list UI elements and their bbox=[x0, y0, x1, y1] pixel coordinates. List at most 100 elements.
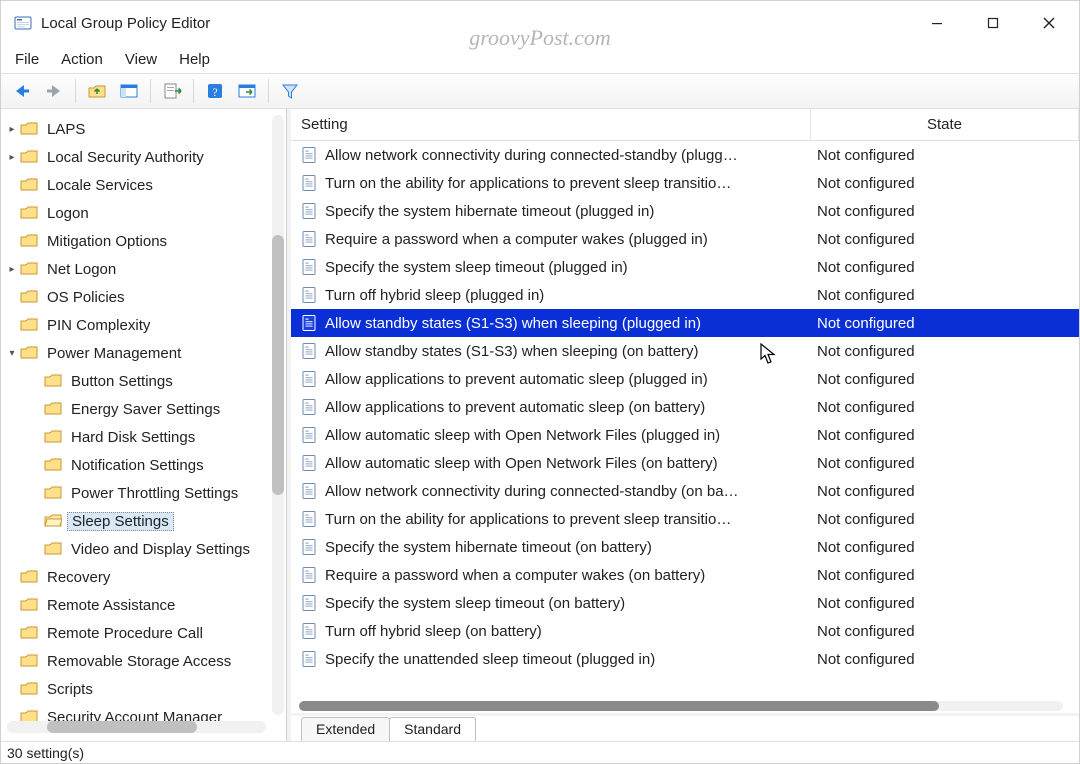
scrollbar-thumb[interactable] bbox=[47, 721, 197, 733]
menu-help[interactable]: Help bbox=[179, 51, 210, 68]
folder-icon bbox=[43, 485, 63, 501]
cell-state: Not configured bbox=[811, 231, 1079, 248]
list-body[interactable]: Allow network connectivity during connec… bbox=[291, 141, 1079, 713]
folder-icon bbox=[43, 541, 63, 557]
state-label: Not configured bbox=[817, 315, 915, 332]
scrollbar-thumb[interactable] bbox=[299, 701, 939, 711]
expander-icon[interactable]: ▸ bbox=[5, 122, 19, 136]
svg-text:?: ? bbox=[212, 85, 217, 99]
folder-icon bbox=[43, 457, 63, 473]
up-folder-button[interactable] bbox=[82, 77, 112, 105]
tree-item-label: Energy Saver Settings bbox=[71, 401, 220, 418]
tree-item[interactable]: Notification Settings bbox=[5, 451, 282, 479]
column-state[interactable]: State bbox=[811, 109, 1079, 140]
folder-icon bbox=[19, 205, 39, 221]
list-row[interactable]: Specify the system sleep timeout (plugge… bbox=[291, 253, 1079, 281]
list-row[interactable]: Allow automatic sleep with Open Network … bbox=[291, 449, 1079, 477]
back-button[interactable] bbox=[7, 77, 37, 105]
column-setting[interactable]: Setting bbox=[291, 109, 811, 140]
tree-item[interactable]: Video and Display Settings bbox=[5, 535, 282, 563]
list-row[interactable]: Allow applications to prevent automatic … bbox=[291, 365, 1079, 393]
state-label: Not configured bbox=[817, 651, 915, 668]
column-setting-label: Setting bbox=[301, 116, 348, 133]
list-horizontal-scrollbar[interactable] bbox=[299, 701, 1063, 711]
tree-item-label: Remote Procedure Call bbox=[47, 625, 203, 642]
menu-view[interactable]: View bbox=[125, 51, 157, 68]
tree-item[interactable]: Logon bbox=[5, 199, 282, 227]
close-button[interactable] bbox=[1021, 4, 1077, 42]
maximize-button[interactable] bbox=[965, 4, 1021, 42]
details-pane: Setting State Allow network connectivity… bbox=[287, 109, 1079, 741]
list-row[interactable]: Turn on the ability for applications to … bbox=[291, 169, 1079, 197]
state-label: Not configured bbox=[817, 455, 915, 472]
scrollbar-thumb[interactable] bbox=[272, 235, 284, 495]
tree-horizontal-scrollbar[interactable] bbox=[7, 721, 266, 733]
tree-item[interactable]: Scripts bbox=[5, 675, 282, 703]
list-row[interactable]: Allow standby states (S1-S3) when sleepi… bbox=[291, 309, 1079, 337]
tree-item[interactable]: Power Throttling Settings bbox=[5, 479, 282, 507]
expander-icon[interactable]: ▾ bbox=[5, 346, 19, 360]
policy-item-icon bbox=[299, 622, 319, 640]
tree-item[interactable]: ▸ Local Security Authority bbox=[5, 143, 282, 171]
tree-item[interactable]: Remote Assistance bbox=[5, 591, 282, 619]
tree-list[interactable]: ▸ LAPS ▸ Local Security Authority Locale… bbox=[1, 115, 286, 731]
expander-icon[interactable]: ▸ bbox=[5, 150, 19, 164]
policy-item-icon bbox=[299, 538, 319, 556]
list-row[interactable]: Turn on the ability for applications to … bbox=[291, 505, 1079, 533]
list-row[interactable]: Allow standby states (S1-S3) when sleepi… bbox=[291, 337, 1079, 365]
cell-setting: Specify the system hibernate timeout (on… bbox=[291, 538, 811, 556]
tree-item[interactable]: OS Policies bbox=[5, 283, 282, 311]
tree-item[interactable]: Button Settings bbox=[5, 367, 282, 395]
tree-vertical-scrollbar[interactable] bbox=[272, 115, 284, 715]
expander-icon[interactable]: ▸ bbox=[5, 262, 19, 276]
cell-setting: Specify the unattended sleep timeout (pl… bbox=[291, 650, 811, 668]
list-row[interactable]: Allow network connectivity during connec… bbox=[291, 477, 1079, 505]
tree-item[interactable]: Locale Services bbox=[5, 171, 282, 199]
state-label: Not configured bbox=[817, 371, 915, 388]
setting-label: Allow applications to prevent automatic … bbox=[325, 399, 705, 416]
list-row[interactable]: Require a password when a computer wakes… bbox=[291, 225, 1079, 253]
tree-item[interactable]: Removable Storage Access bbox=[5, 647, 282, 675]
help-button[interactable]: ? bbox=[200, 77, 230, 105]
tree-item[interactable]: Hard Disk Settings bbox=[5, 423, 282, 451]
folder-icon bbox=[19, 345, 39, 361]
tree-item[interactable]: Remote Procedure Call bbox=[5, 619, 282, 647]
setting-label: Allow applications to prevent automatic … bbox=[325, 371, 708, 388]
list-row[interactable]: Allow network connectivity during connec… bbox=[291, 141, 1079, 169]
cell-state: Not configured bbox=[811, 287, 1079, 304]
list-row[interactable]: Require a password when a computer wakes… bbox=[291, 561, 1079, 589]
list-row[interactable]: Specify the unattended sleep timeout (pl… bbox=[291, 645, 1079, 673]
list-row[interactable]: Turn off hybrid sleep (plugged in) Not c… bbox=[291, 281, 1079, 309]
window-controls bbox=[909, 4, 1077, 42]
tree-item[interactable]: ▸ Net Logon bbox=[5, 255, 282, 283]
tree-item[interactable]: Sleep Settings bbox=[5, 507, 282, 535]
policy-item-icon bbox=[299, 202, 319, 220]
list-row[interactable]: Allow applications to prevent automatic … bbox=[291, 393, 1079, 421]
tree-item[interactable]: ▸ LAPS bbox=[5, 115, 282, 143]
forward-button[interactable] bbox=[39, 77, 69, 105]
tab-extended[interactable]: Extended bbox=[301, 717, 390, 741]
menu-file[interactable]: File bbox=[15, 51, 39, 68]
cell-setting: Require a password when a computer wakes… bbox=[291, 230, 811, 248]
policy-settings-button[interactable] bbox=[232, 77, 262, 105]
show-hide-tree-button[interactable] bbox=[114, 77, 144, 105]
tree-item[interactable]: ▾ Power Management bbox=[5, 339, 282, 367]
minimize-button[interactable] bbox=[909, 4, 965, 42]
list-row[interactable]: Turn off hybrid sleep (on battery) Not c… bbox=[291, 617, 1079, 645]
cell-state: Not configured bbox=[811, 175, 1079, 192]
tree-item[interactable]: Energy Saver Settings bbox=[5, 395, 282, 423]
state-label: Not configured bbox=[817, 259, 915, 276]
export-list-button[interactable] bbox=[157, 77, 187, 105]
tab-standard[interactable]: Standard bbox=[389, 717, 476, 741]
cell-setting: Specify the system sleep timeout (on bat… bbox=[291, 594, 811, 612]
list-row[interactable]: Specify the system sleep timeout (on bat… bbox=[291, 589, 1079, 617]
filter-button[interactable] bbox=[275, 77, 305, 105]
tree-item[interactable]: Recovery bbox=[5, 563, 282, 591]
cell-state: Not configured bbox=[811, 455, 1079, 472]
list-row[interactable]: Specify the system hibernate timeout (pl… bbox=[291, 197, 1079, 225]
menu-action[interactable]: Action bbox=[61, 51, 103, 68]
tree-item[interactable]: PIN Complexity bbox=[5, 311, 282, 339]
list-row[interactable]: Allow automatic sleep with Open Network … bbox=[291, 421, 1079, 449]
list-row[interactable]: Specify the system hibernate timeout (on… bbox=[291, 533, 1079, 561]
tree-item[interactable]: Mitigation Options bbox=[5, 227, 282, 255]
